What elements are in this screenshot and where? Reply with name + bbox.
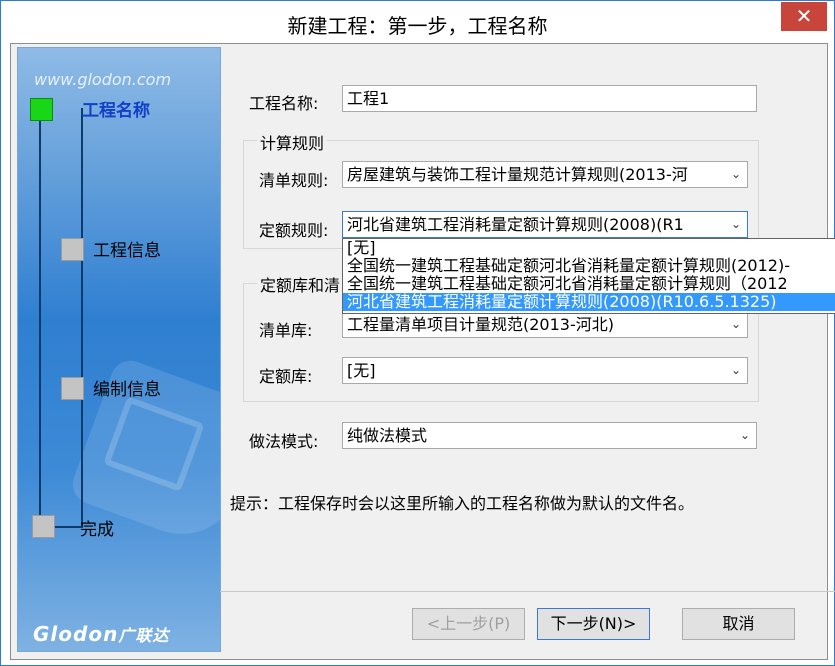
chevron-down-icon[interactable]: ⌄ xyxy=(731,162,741,187)
button-separator xyxy=(220,591,835,592)
next-button[interactable]: 下一步(N)> xyxy=(537,608,650,640)
dropdown-option-selected[interactable]: 河北省建筑工程消耗量定额计算规则(2008)(R10.6.5.1325) xyxy=(343,293,835,311)
chevron-down-icon[interactable]: ⌄ xyxy=(740,423,750,448)
step-marker-finish xyxy=(32,515,55,538)
lib-group-title: 定额库和清 xyxy=(257,272,344,296)
step-connector-right xyxy=(81,108,83,528)
window-title: 新建工程：第一步，工程名称 xyxy=(287,14,548,38)
glodon-logo: Glodon广联达 xyxy=(33,622,170,646)
quota-lib-select[interactable]: [无] ⌄ xyxy=(342,357,748,384)
step-label-project-info: 工程信息 xyxy=(93,241,161,261)
cancel-button[interactable]: 取消 xyxy=(682,608,795,640)
step-label-finish: 完成 xyxy=(80,520,114,540)
quota-rule-select[interactable]: 河北省建筑工程消耗量定额计算规则(2008)(R1 ⌄ xyxy=(342,211,748,238)
project-name-input[interactable]: 工程1 xyxy=(342,85,757,112)
close-button[interactable]: ✕ xyxy=(781,2,827,31)
list-lib-select[interactable]: 工程量清单项目计量规范(2013-河北) ⌄ xyxy=(342,311,748,338)
step-label-compile-info: 编制信息 xyxy=(93,380,161,400)
quota-lib-label: 定额库: xyxy=(259,367,313,386)
hint-text: 提示：工程保存时会以这里所输入的工程名称做为默认的文件名。 xyxy=(230,494,695,513)
calc-rules-title: 计算规则 xyxy=(257,130,328,154)
chevron-down-icon[interactable]: ⌄ xyxy=(731,312,741,337)
method-value: 纯做法模式 xyxy=(347,426,428,445)
step-label-project-name: 工程名称 xyxy=(82,101,150,121)
quota-rule-dropdown-list[interactable]: [无] 全国统一建筑工程基础定额河北省消耗量定额计算规则(2012)- 全国统一… xyxy=(342,238,835,314)
step-marker-compile xyxy=(61,377,84,400)
step-marker-name xyxy=(30,98,53,121)
list-lib-label: 清单库: xyxy=(259,321,313,340)
list-rule-value: 房屋建筑与装饰工程计量规范计算规则(2013-河 xyxy=(347,165,688,184)
quota-rule-label: 定额规则: xyxy=(259,221,329,240)
dropdown-option[interactable]: 全国统一建筑工程基础定额河北省消耗量定额计算规则（2012 xyxy=(343,275,835,293)
method-select[interactable]: 纯做法模式 ⌄ xyxy=(342,422,757,449)
wizard-sidebar: www.glodon.com 工程名称 工程信息 编制信息 完成 Glodon广… xyxy=(17,47,221,652)
list-lib-value: 工程量清单项目计量规范(2013-河北) xyxy=(347,315,614,334)
list-rule-select[interactable]: 房屋建筑与装饰工程计量规范计算规则(2013-河 ⌄ xyxy=(342,161,748,188)
sidebar-url: www.glodon.com xyxy=(34,70,172,89)
method-label: 做法模式: xyxy=(249,432,319,451)
chevron-down-icon[interactable]: ⌄ xyxy=(731,358,741,383)
quota-lib-value: [无] xyxy=(347,361,376,380)
project-name-label: 工程名称: xyxy=(249,94,319,113)
list-rule-label: 清单规则: xyxy=(259,171,329,190)
quota-rule-value: 河北省建筑工程消耗量定额计算规则(2008)(R1 xyxy=(347,215,684,234)
prev-button[interactable]: <上一步(P) xyxy=(412,608,525,640)
close-icon[interactable]: ✕ xyxy=(796,4,813,28)
dropdown-option[interactable]: 全国统一建筑工程基础定额河北省消耗量定额计算规则(2012)- xyxy=(343,257,835,275)
title-bar: 新建工程：第一步，工程名称 ✕ xyxy=(1,1,834,43)
step-marker-info xyxy=(61,238,84,261)
dropdown-option[interactable]: [无] xyxy=(343,239,835,257)
new-project-dialog: 新建工程：第一步，工程名称 ✕ www.glodon.com 工程名称 工程信息… xyxy=(0,0,835,666)
step-connector-left xyxy=(39,108,41,528)
chevron-down-icon[interactable]: ⌄ xyxy=(731,212,741,237)
